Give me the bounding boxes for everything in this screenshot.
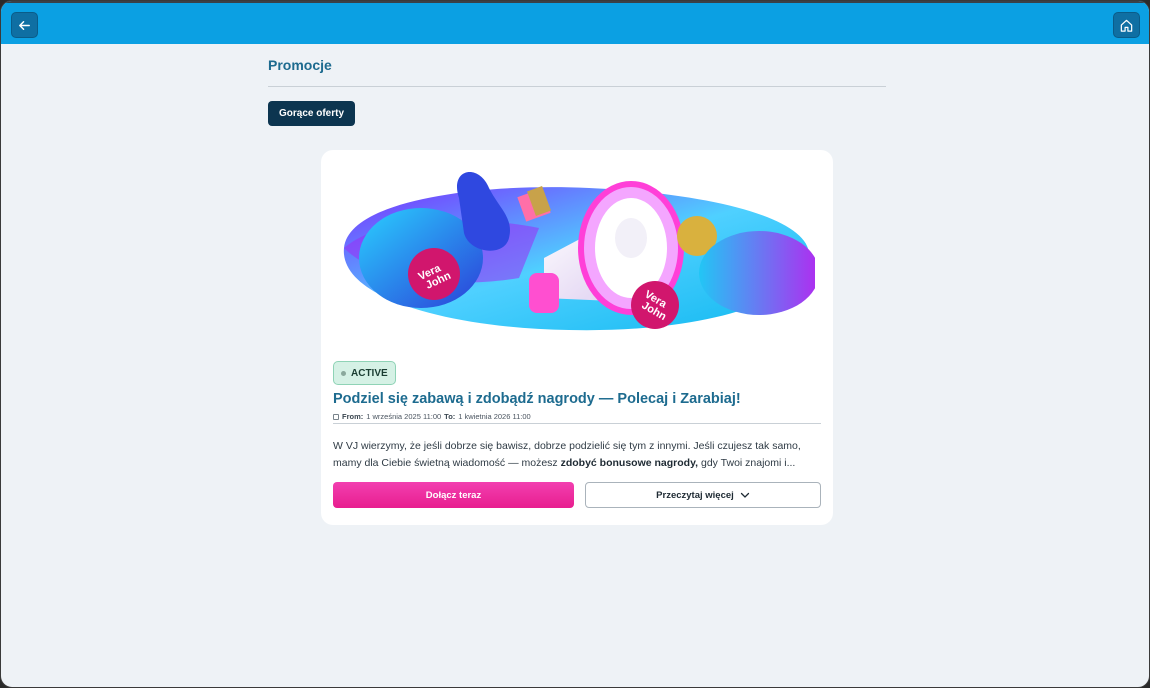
- promo-banner-image: Vera John Vera John: [343, 171, 815, 331]
- status-badge: ACTIVE: [333, 361, 396, 385]
- home-icon: [1120, 19, 1133, 32]
- promo-description: W VJ wierzymy, że jeśli dobrze się bawis…: [333, 438, 821, 472]
- read-more-label: Przeczytaj więcej: [656, 489, 734, 501]
- read-more-button[interactable]: Przeczytaj więcej: [585, 482, 821, 508]
- from-label: From:: [342, 412, 364, 421]
- hot-offers-filter-button[interactable]: Gorące oferty: [268, 101, 356, 126]
- back-button[interactable]: [11, 12, 38, 38]
- join-now-button[interactable]: Dołącz teraz: [333, 482, 574, 508]
- status-dot-icon: [341, 370, 346, 376]
- status-label: ACTIVE: [351, 367, 388, 379]
- app-window: Promocje Gorące oferty Vera John Vera Jo…: [0, 0, 1150, 688]
- chevron-down-icon: [740, 492, 749, 498]
- home-button[interactable]: [1113, 12, 1140, 38]
- to-label: To:: [444, 412, 456, 421]
- card-divider: [333, 423, 821, 424]
- description-text-2: gdy Twoi znajomi i...: [698, 457, 796, 469]
- to-value: 1 kwietnia 2026 11:00: [458, 412, 531, 421]
- calendar-icon: [333, 413, 339, 420]
- title-divider: [268, 86, 886, 87]
- arrow-left-icon: [19, 20, 30, 30]
- top-bar: [1, 1, 1149, 44]
- description-bold: zdobyć bonusowe nagrody,: [560, 457, 699, 469]
- promo-card: Vera John Vera John ACTIVE Podziel się z…: [321, 150, 833, 525]
- page-title: Promocje: [268, 57, 332, 73]
- promo-title: Podziel się zabawą i zdobądź nagrody — P…: [333, 391, 741, 407]
- from-value: 1 września 2025 11:00: [366, 412, 442, 421]
- promo-dates: From: 1 września 2025 11:00 To: 1 kwietn…: [333, 412, 531, 421]
